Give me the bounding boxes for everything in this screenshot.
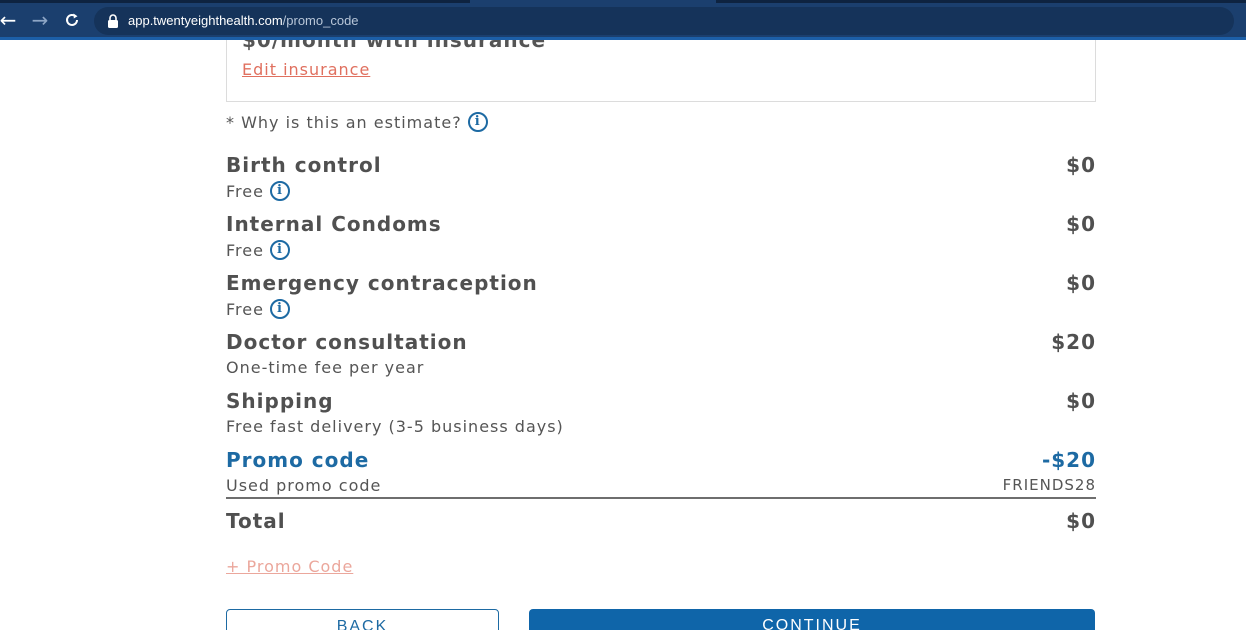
forward-arrow-icon[interactable]: → [28, 8, 52, 32]
line-item-title: Emergency contraception [226, 271, 538, 295]
reload-icon[interactable] [60, 8, 84, 32]
continue-button[interactable]: CONTINUE [529, 609, 1095, 630]
total-row: Total $0 [226, 509, 1096, 565]
line-item-price: $20 [1051, 330, 1096, 354]
total-label: Total [226, 509, 286, 533]
total-divider [226, 497, 1096, 499]
line-item-title: Internal Condoms [226, 212, 442, 236]
back-button[interactable]: BACK [226, 609, 499, 630]
info-icon[interactable]: i [269, 181, 290, 201]
line-item-price: $0 [1066, 271, 1096, 295]
line-item-sub-text: Free fast delivery (3-5 business days) [226, 417, 564, 436]
line-item-price: $0 [1066, 212, 1096, 236]
add-promo-code-link[interactable]: + Promo Code [226, 557, 353, 576]
edit-insurance-link[interactable]: Edit insurance [242, 60, 370, 79]
browser-toolbar: ← → app.twentyeighthealth.com/promo_code [0, 0, 1246, 40]
promo-discount: -$20 [1041, 448, 1096, 472]
line-item-sub: One-time fee per year [226, 358, 424, 377]
url-host: app.twentyeighthealth.com [128, 13, 283, 28]
line-item-birth-control: Birth control Free i $0 [226, 153, 1096, 209]
line-item-emergency-contraception: Emergency contraception Free i $0 [226, 271, 1096, 327]
info-icon[interactable]: i [269, 240, 290, 260]
line-item-title: Shipping [226, 389, 334, 413]
promo-title: Promo code [226, 448, 370, 472]
line-item-title: Birth control [226, 153, 382, 177]
line-item-title: Doctor consultation [226, 330, 468, 354]
url-path: /promo_code [282, 13, 359, 28]
tab-strip-left [0, 0, 470, 3]
line-item-sub: Free fast delivery (3-5 business days) [226, 417, 564, 436]
info-icon[interactable]: i [269, 299, 290, 319]
total-price: $0 [1066, 509, 1096, 533]
line-item-price: $0 [1066, 389, 1096, 413]
estimate-note-text: * Why is this an estimate? [226, 112, 462, 132]
tab-strip-right [716, 0, 1246, 3]
line-item-sub-text: Free [226, 299, 264, 319]
line-item-doctor-consultation: Doctor consultation One-time fee per yea… [226, 330, 1096, 386]
back-arrow-icon[interactable]: ← [0, 8, 20, 32]
line-item-sub: Free i [226, 240, 290, 260]
line-item-sub-text: Free [226, 181, 264, 201]
line-item-sub: Free i [226, 299, 290, 319]
line-item-sub-text: Free [226, 240, 264, 260]
lock-icon [108, 14, 118, 28]
estimate-note: * Why is this an estimate? i [226, 112, 488, 132]
info-icon[interactable]: i [467, 112, 488, 132]
line-item-shipping: Shipping Free fast delivery (3-5 busines… [226, 389, 1096, 445]
url-text: app.twentyeighthealth.com/promo_code [128, 12, 359, 30]
promo-code-value: FRIENDS28 [1002, 476, 1096, 494]
line-item-internal-condoms: Internal Condoms Free i $0 [226, 212, 1096, 268]
promo-sub-text: Used promo code [226, 476, 382, 495]
line-item-price: $0 [1066, 153, 1096, 177]
promo-code-row: Promo code Used promo code -$20 FRIENDS2… [226, 448, 1096, 504]
promo-sub: Used promo code [226, 476, 381, 495]
line-item-sub-text: One-time fee per year [226, 358, 425, 377]
line-item-sub: Free i [226, 181, 290, 201]
address-bar[interactable]: app.twentyeighthealth.com/promo_code [94, 7, 1234, 35]
